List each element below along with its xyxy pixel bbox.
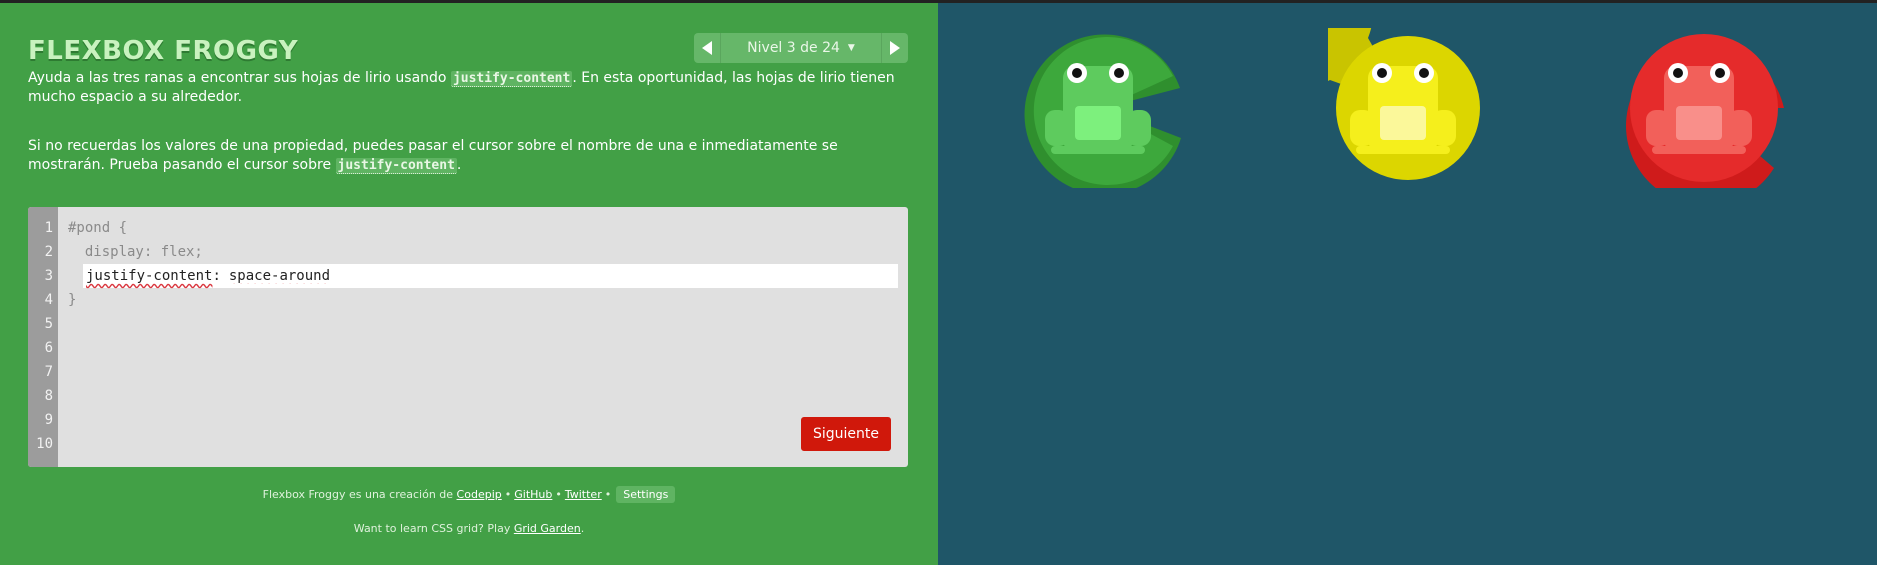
arrow-right-icon [890,41,900,55]
line-number: 1 [44,220,53,236]
property-hint-justify-content[interactable]: justify-content [450,71,573,87]
line-number: 5 [44,316,53,332]
property-hint-justify-content[interactable]: justify-content [335,158,457,174]
line-number: 7 [44,364,53,380]
separator: • [504,488,512,501]
line-number: 8 [44,388,53,404]
line-number: 2 [44,244,53,260]
separator: • [555,488,562,501]
credits: Flexbox Froggy es una creación de Codepi… [0,486,938,503]
green-frog-on-lilypad [1024,34,1181,188]
logo: FLEXBOX FROGGY [28,36,299,66]
grid-garden-promo: Want to learn CSS grid? Play Grid Garden… [0,522,938,535]
next-level-button[interactable] [881,33,908,63]
instructions-text: . [456,157,462,173]
instructions-paragraph-1: Ayuda a las tres ranas a encontrar sus h… [28,69,908,107]
separator: • [604,488,612,501]
code-line-selector: #pond { [68,220,128,236]
instructions-text: Ayuda a las tres ranas a encontrar sus h… [28,70,451,86]
pond [938,3,1877,565]
caret-down-icon: ▼ [847,43,855,53]
css-value-input[interactable] [228,268,729,284]
instructions-paragraph-2: Si no recuerdas los valores de una propi… [28,137,908,175]
line-number: 6 [44,340,53,356]
next-button[interactable]: Siguiente [801,417,891,451]
line-number: 10 [36,436,53,452]
css-property: justify-content [86,268,213,284]
codepip-link[interactable]: Codepip [457,488,502,501]
line-number: 4 [44,292,53,308]
prev-level-button[interactable] [694,33,721,63]
arrow-left-icon [702,41,712,55]
line-number: 9 [44,412,53,428]
grid-garden-link[interactable]: Grid Garden [514,522,581,535]
github-link[interactable]: GitHub [514,488,552,501]
code-input-row: justify-content: [83,264,898,288]
sidebar: FLEXBOX FROGGY Nivel 3 de 24 ▼ Ayuda a l… [0,3,938,565]
code-line-close: } [68,292,77,308]
line-number-gutter: 1 2 3 4 5 6 7 8 9 10 [28,207,58,467]
level-navigation: Nivel 3 de 24 ▼ [694,33,908,63]
css-colon: : [212,268,221,284]
level-indicator[interactable]: Nivel 3 de 24 ▼ [721,33,881,63]
code-line-display: display: flex; [68,244,203,260]
twitter-link[interactable]: Twitter [565,488,602,501]
code-editor: 1 2 3 4 5 6 7 8 9 10 #pond { display: fl… [28,207,908,467]
promo-text: Want to learn CSS grid? Play [353,522,514,535]
credits-text: Flexbox Froggy es una creación de [262,488,457,501]
settings-button[interactable]: Settings [616,486,676,503]
promo-text: . [580,522,585,535]
yellow-frog-on-lilypad [1328,28,1480,180]
line-number: 3 [44,268,53,284]
red-frog-on-lilypad [1626,34,1784,188]
level-label: Nivel 3 de 24 [747,40,840,56]
